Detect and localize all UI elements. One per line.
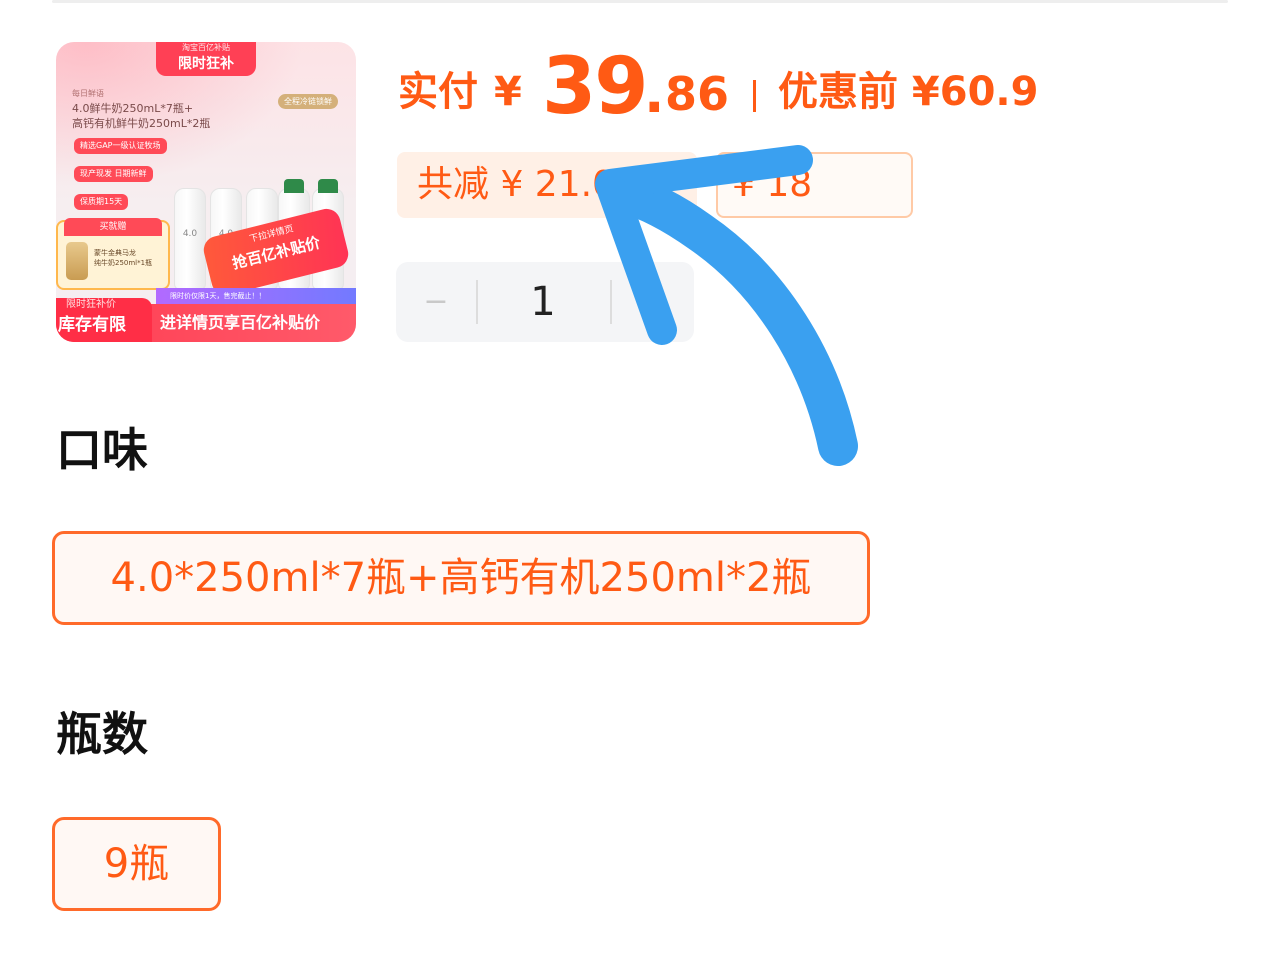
gift-text: 蒙牛金典马龙 纯牛奶250ml*1瓶 (94, 248, 152, 268)
increase-button[interactable]: + (612, 262, 694, 342)
gift-line-1: 蒙牛金典马龙 (94, 249, 136, 257)
subsidy-banner: 淘宝百亿补贴 限时狂补 (156, 42, 256, 76)
thumbnail-bottom-bar: 限时狂补价 库存有限 进详情页享百亿补贴价 (56, 298, 356, 342)
total-discount-badge: 共减 ¥ 21.0 (397, 152, 697, 218)
quantity-stepper[interactable]: − 1 + (396, 262, 694, 342)
top-divider (52, 0, 1228, 3)
desc-line-1: 4.0鲜牛奶250mL*7瓶+ (72, 102, 194, 115)
stock-box: 限时狂补价 库存有限 (56, 298, 152, 342)
price-separator (753, 80, 756, 112)
gift-box: 买就赠 蒙牛金典马龙 纯牛奶250ml*1瓶 (56, 218, 170, 290)
limited-notice: 限时价仅限1天，售完截止！！ (156, 288, 356, 304)
feature-tag: 精选GAP一级认证牧场 (74, 138, 167, 154)
cold-chain-badge: 全程冷链锁鲜 (278, 94, 338, 109)
decrease-button[interactable]: − (396, 262, 476, 342)
stock-limited-label: 库存有限 (58, 315, 126, 335)
gift-line-2: 纯牛奶250ml*1瓶 (94, 259, 153, 267)
coupon-badge: ¥ 18 (716, 152, 913, 218)
bottle-label: 4.0 (182, 229, 198, 239)
gift-carton (66, 242, 88, 280)
limited-price-label: 限时狂补价 (66, 299, 116, 310)
desc-line-2: 高钙有机鲜牛奶250mL*2瓶 (72, 117, 211, 130)
banner-main: 限时狂补 (178, 56, 234, 72)
flavor-section-title: 口味 (56, 423, 148, 477)
brand-line: 每日鲜语 (72, 89, 104, 98)
feature-tag: 现产现发 日期新鲜 (74, 166, 153, 182)
flavor-option[interactable]: 4.0*250ml*7瓶+高钙有机250ml*2瓶 (52, 531, 870, 625)
paid-price-decimal: 86 (665, 67, 730, 121)
paid-price-integer: 39 (542, 42, 649, 132)
original-price: 优惠前 ¥60.9 (778, 69, 1039, 115)
bottle-count-section-title: 瓶数 (56, 707, 148, 761)
paid-label: 实付 (398, 69, 478, 115)
banner-sub: 淘宝百亿补贴 (182, 43, 230, 52)
product-thumbnail[interactable]: 淘宝百亿补贴 限时狂补 每日鲜语 4.0鲜牛奶250mL*7瓶+ 高钙有机鲜牛奶… (56, 42, 356, 342)
gift-title: 买就赠 (64, 218, 162, 236)
quantity-value[interactable]: 1 (478, 262, 608, 342)
feature-tag: 保质期15天 (74, 194, 129, 210)
paid-price-dot: . (644, 62, 665, 125)
currency-symbol: ¥ (494, 69, 522, 115)
subsidy-promo-text: 进详情页享百亿补贴价 (160, 313, 321, 332)
bottle-count-option[interactable]: 9瓶 (52, 817, 221, 911)
price-row: 实付 ¥ 39 . 86 优惠前 ¥60.9 (398, 40, 1098, 140)
product-description: 每日鲜语 4.0鲜牛奶250mL*7瓶+ 高钙有机鲜牛奶250mL*2瓶 (72, 86, 272, 131)
